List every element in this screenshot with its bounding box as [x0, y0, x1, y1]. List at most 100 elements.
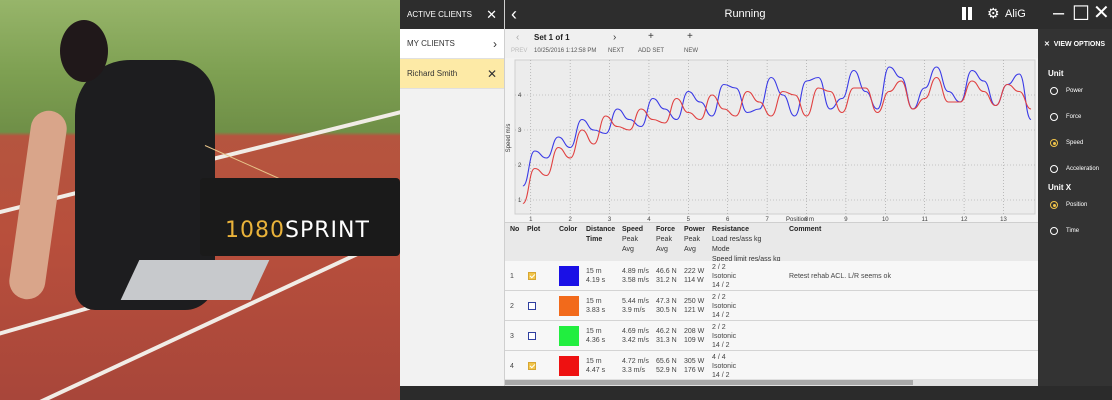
prev-arrow-icon[interactable]: ‹ [516, 32, 519, 43]
close-icon[interactable]: ✕ [487, 67, 497, 81]
my-clients-label: MY CLIENTS [407, 39, 455, 48]
user-name[interactable]: AliG [1005, 8, 1026, 20]
speed-chart-svg: 1 2 3 4 5 6 7 8 9 10 11 12 131234Position mSpeed m/s [506, 59, 1036, 223]
add-set-button[interactable]: ADD SET [638, 48, 664, 54]
client-item-selected[interactable]: Richard Smith ✕ [400, 59, 504, 89]
horizontal-scrollbar[interactable] [505, 379, 1038, 386]
bottom-bar [400, 386, 1112, 400]
row-no: 4 [510, 363, 514, 370]
force-values: 47.3 N 30.5 N [656, 298, 677, 314]
power-values: 305 W 176 W [684, 358, 705, 374]
top-bar: ‹ Running ⚙ AliG – ☐ ✕ [505, 0, 1112, 29]
row-no: 2 [510, 303, 514, 310]
table-row[interactable]: 4 15 m 4.47 s 4.72 m/s 3.3 m/s 65.6 N 52.9 … [505, 351, 1038, 379]
plot-checkbox[interactable] [528, 302, 536, 310]
header-color: Color [559, 226, 578, 233]
speed-values: 4.69 m/s 3.42 m/s [622, 328, 649, 344]
table-row[interactable]: 2 15 m 3.83 s 5.44 m/s 3.9 m/s 47.3 N 30.5 … [505, 291, 1038, 321]
distance-time: 15 m 4.19 s [586, 268, 606, 284]
athlete-head [60, 20, 108, 82]
scrollbar-thumb[interactable] [505, 380, 913, 385]
header-power: Power Peak Avg [684, 226, 706, 253]
radio-label-position: Position [1066, 202, 1088, 208]
y-axis-label: Speed m/s [506, 124, 512, 153]
radio-power[interactable] [1050, 87, 1058, 95]
set-title: Set 1 of 1 [534, 33, 570, 42]
prev-button[interactable]: PREV [511, 48, 527, 54]
force-values: 46.2 N 31.3 N [656, 328, 677, 344]
table-row[interactable]: 3 15 m 4.36 s 4.69 m/s 3.42 m/s 46.2 N 31.3… [505, 321, 1038, 351]
pause-icon[interactable] [961, 7, 973, 21]
header-force: Force Peak Avg [656, 226, 676, 253]
plot-checkbox[interactable] [528, 272, 536, 280]
plot-area [514, 59, 1036, 215]
radio-position[interactable] [1050, 201, 1058, 209]
color-swatch[interactable] [559, 326, 579, 346]
force-values: 46.6 N 31.2 N [656, 268, 677, 284]
color-swatch[interactable] [559, 266, 579, 286]
header-plot: Plot [527, 226, 541, 233]
maximize-icon[interactable]: ☐ [1072, 2, 1090, 26]
power-values: 208 W 109 W [684, 328, 705, 344]
page-title: Running [724, 8, 766, 20]
radio-acceleration[interactable] [1050, 165, 1058, 173]
radio-label-power: Power [1066, 88, 1084, 94]
speed-values: 5.44 m/s 3.9 m/s [622, 298, 649, 314]
table-row[interactable]: 1 15 m 4.19 s 4.89 m/s 3.58 m/s 46.6 N 31.2… [505, 261, 1038, 291]
plot-checkbox[interactable] [528, 332, 536, 340]
color-swatch[interactable] [559, 356, 579, 376]
view-options-header: ✕ VIEW OPTIONS [1044, 40, 1105, 48]
view-options-panel: ✕ VIEW OPTIONS Unit Power Force Speed Ac… [1038, 29, 1112, 386]
client-name: Richard Smith [407, 69, 458, 78]
new-button[interactable]: NEW [684, 48, 698, 54]
app-root: 1080SPRINT ACTIVE CLIENTS ✕ MY CLIENTS ›… [0, 0, 1112, 400]
radio-force[interactable] [1050, 113, 1058, 121]
header-speed: Speed Peak Avg [622, 226, 644, 253]
close-window-icon[interactable]: ✕ [1093, 1, 1110, 25]
unit-section-title: Unit [1048, 69, 1064, 78]
close-icon[interactable]: ✕ [486, 7, 497, 23]
unitx-section-title: Unit X [1048, 183, 1072, 192]
main-area: ‹ Set 1 of 1 › + + PREV 10/25/2016 1:12:… [505, 29, 1038, 386]
header-resistance: Resistance Load res/ass kg Mode Speed limit… [712, 226, 781, 263]
speed-values: 4.89 m/s 3.58 m/s [622, 268, 649, 284]
radio-label-force: Force [1066, 114, 1082, 120]
row-no: 1 [510, 273, 514, 280]
radio-speed[interactable] [1050, 139, 1058, 147]
next-arrow-icon[interactable]: › [613, 32, 616, 43]
resistance-values: 4 / 4 Isotonic 14 / 2 [712, 354, 737, 379]
gear-icon[interactable]: ⚙ [987, 5, 1000, 22]
power-values: 222 W 114 W [684, 268, 705, 284]
my-clients-item[interactable]: MY CLIENTS › [400, 29, 504, 59]
radio-label-time: Time [1066, 228, 1080, 234]
header-no: No [510, 226, 520, 233]
plot-checkbox[interactable] [528, 362, 536, 370]
athlete-photo: 1080SPRINT [0, 0, 400, 400]
new-icon[interactable]: + [687, 31, 693, 42]
header-distance: Distance Time [586, 226, 616, 243]
next-button[interactable]: NEXT [608, 48, 624, 54]
speed-values: 4.72 m/s 3.3 m/s [622, 358, 649, 374]
row-comment[interactable]: Retest rehab ACL. L/R seems ok [789, 272, 891, 281]
add-set-icon[interactable]: + [648, 31, 654, 42]
radio-label-acceleration: Acceleration [1066, 166, 1100, 172]
radio-label-speed: Speed [1066, 140, 1084, 146]
view-options-title: VIEW OPTIONS [1053, 41, 1106, 48]
resistance-values: 2 / 2 Isotonic 14 / 2 [712, 264, 737, 289]
distance-time: 15 m 4.47 s [586, 358, 606, 374]
distance-time: 15 m 3.83 s [586, 298, 606, 314]
minimize-icon[interactable]: – [1053, 1, 1064, 25]
device-logo: 1080SPRINT [225, 218, 370, 243]
header-comment: Comment [789, 226, 822, 233]
radio-time[interactable] [1050, 227, 1058, 235]
starting-block [120, 260, 270, 300]
resistance-values: 2 / 2 Isotonic 14 / 2 [712, 294, 737, 319]
force-values: 65.6 N 52.9 N [656, 358, 677, 374]
set-toolbar: ‹ Set 1 of 1 › + + PREV 10/25/2016 1:12:… [505, 29, 1038, 58]
distance-time: 15 m 4.36 s [586, 328, 606, 344]
power-values: 250 W 121 W [684, 298, 705, 314]
sets-table: No Plot Color Distance Time Speed Peak Avg … [505, 222, 1038, 379]
close-icon[interactable]: ✕ [1044, 41, 1050, 48]
color-swatch[interactable] [559, 296, 579, 316]
row-no: 3 [510, 333, 514, 340]
